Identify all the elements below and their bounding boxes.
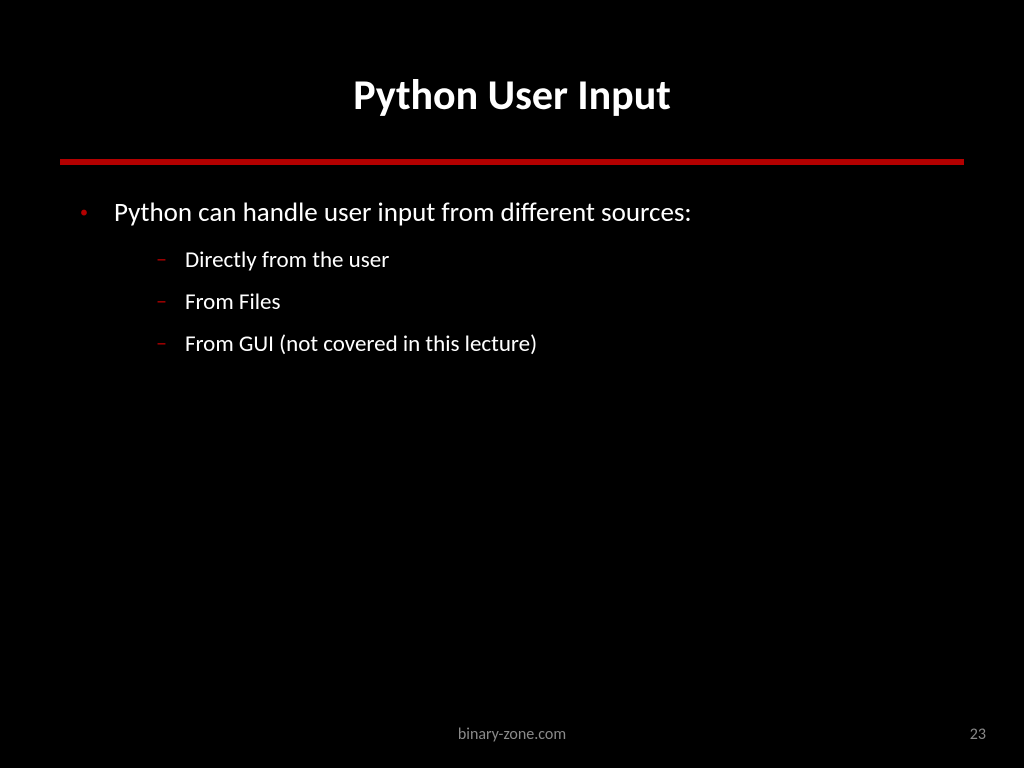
title-divider	[60, 159, 964, 165]
slide-footer: binary-zone.com	[0, 725, 1024, 744]
sub-bullet-text: From GUI (not covered in this lecture)	[185, 330, 537, 360]
dash-icon: –	[156, 246, 167, 272]
sub-bullet-item: – From Files	[156, 288, 964, 318]
dash-icon: –	[156, 288, 167, 314]
slide-container: Python User Input • Python can handle us…	[0, 0, 1024, 768]
dash-icon: –	[156, 330, 167, 356]
sub-bullet-item: – Directly from the user	[156, 246, 964, 276]
main-bullet-text: Python can handle user input from differ…	[114, 195, 692, 230]
main-bullet: • Python can handle user input from diff…	[80, 195, 964, 230]
sub-bullet-item: – From GUI (not covered in this lecture)	[156, 330, 964, 360]
slide-content: • Python can handle user input from diff…	[60, 195, 964, 360]
page-number: 23	[970, 725, 986, 744]
footer-website: binary-zone.com	[458, 725, 566, 744]
sub-bullet-list: – Directly from the user – From Files – …	[80, 246, 964, 360]
sub-bullet-text: From Files	[185, 288, 280, 318]
slide-title: Python User Input	[60, 70, 964, 121]
sub-bullet-text: Directly from the user	[185, 246, 389, 276]
bullet-dot-icon: •	[80, 205, 88, 221]
